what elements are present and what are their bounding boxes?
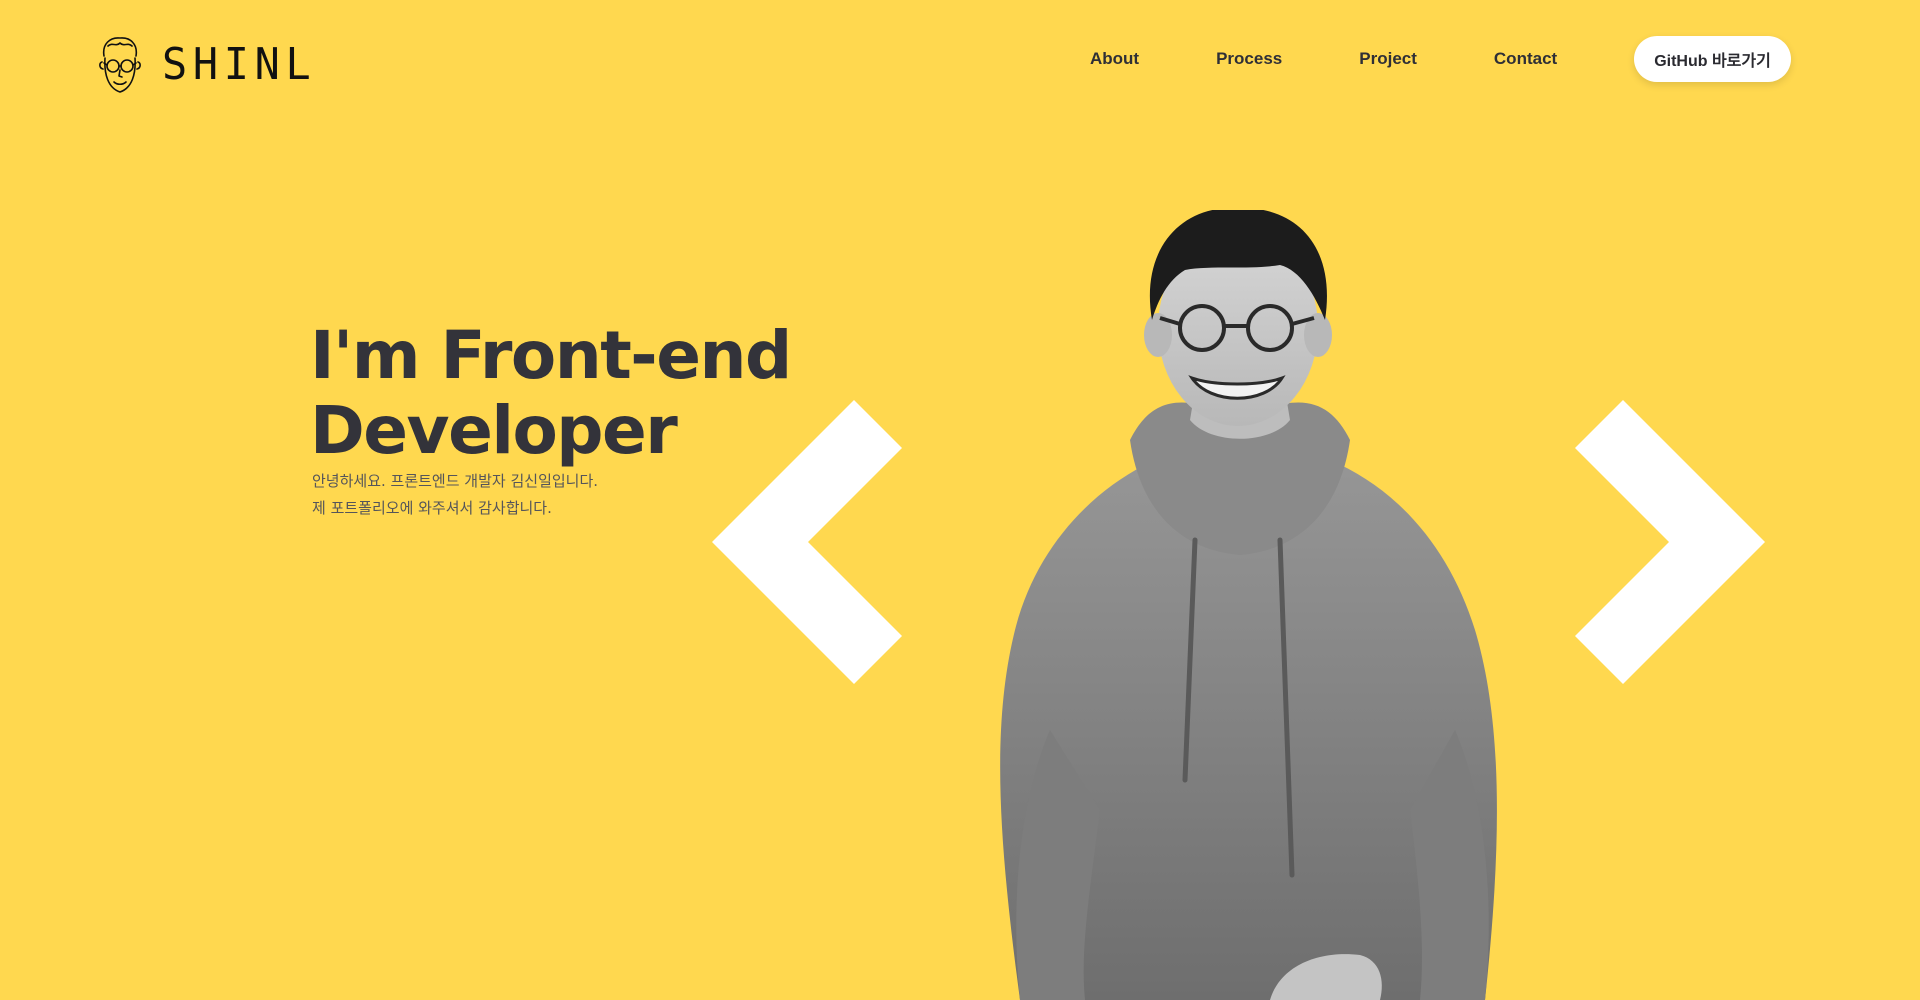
hero-title-line-1: I'm Front-end bbox=[310, 317, 792, 394]
site-logo[interactable]: SHINL bbox=[96, 34, 320, 96]
github-button[interactable]: GitHub 바로가기 bbox=[1634, 36, 1791, 82]
nav-link-project[interactable]: Project bbox=[1359, 35, 1417, 83]
hero-subtitle-line-1: 안녕하세요. 프론트엔드 개발자 김신일입니다. bbox=[312, 472, 599, 490]
nav-link-about[interactable]: About bbox=[1090, 35, 1139, 83]
hero-subtitle: 안녕하세요. 프론트엔드 개발자 김신일입니다. 제 포트폴리오에 와주셔서 감… bbox=[312, 468, 598, 522]
logo-wordmark: SHINL bbox=[162, 39, 317, 90]
hero-title-line-2: Developer bbox=[310, 392, 678, 469]
hero-subtitle-line-2: 제 포트폴리오에 와주셔서 감사합니다. bbox=[312, 499, 552, 517]
main-nav: About Process Project Contact GitHub 바로가… bbox=[1090, 35, 1791, 83]
developer-portrait bbox=[1000, 210, 1497, 1000]
face-with-glasses-icon bbox=[99, 37, 141, 93]
nav-link-contact[interactable]: Contact bbox=[1494, 35, 1557, 83]
chevron-left-icon bbox=[712, 400, 902, 684]
site-header: SHINL About Process Project Contact GitH… bbox=[0, 0, 1920, 120]
nav-link-process[interactable]: Process bbox=[1216, 35, 1282, 83]
chevron-right-icon bbox=[1575, 400, 1765, 684]
